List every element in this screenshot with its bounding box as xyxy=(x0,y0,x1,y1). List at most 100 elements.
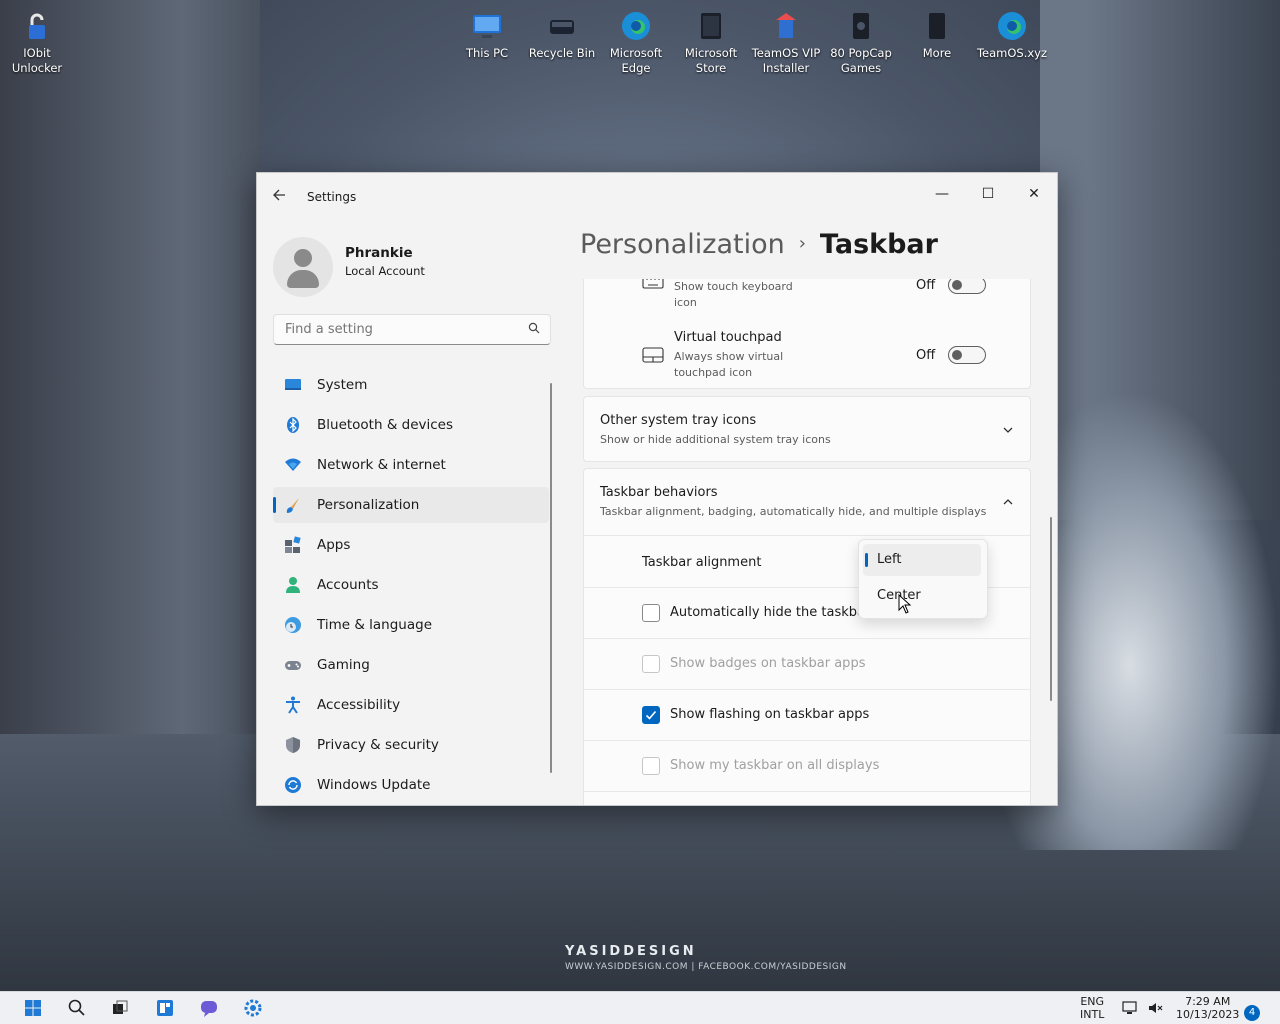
mouse-cursor-icon xyxy=(898,594,912,614)
search-box[interactable] xyxy=(273,314,551,345)
alignment-option-left[interactable]: Left xyxy=(863,544,981,576)
sidebar-scrollbar[interactable] xyxy=(550,383,552,773)
profile-account-type: Local Account xyxy=(345,264,425,278)
wallpaper-watermark-sub: WWW.YASIDDESIGN.COM | FACEBOOK.COM/YASID… xyxy=(565,962,847,972)
window-title: Settings xyxy=(307,190,357,204)
desktop-icon-label: Microsoft Edge xyxy=(609,46,663,75)
back-button[interactable] xyxy=(271,187,291,207)
search-icon[interactable] xyxy=(67,998,87,1018)
desktop-icon-recycle-bin[interactable]: Recycle Bin xyxy=(526,4,598,61)
show-badges-checkbox[interactable] xyxy=(642,655,660,673)
unlock-icon xyxy=(21,10,53,42)
desktop-icon-label: IObit Unlocker xyxy=(11,46,63,75)
task-view-icon[interactable] xyxy=(110,998,130,1018)
clock-globe-icon xyxy=(285,617,301,633)
keyboard-icon xyxy=(642,279,664,289)
search-icon xyxy=(528,322,540,334)
bluetooth-icon xyxy=(287,417,299,433)
desktop-icon-label: TeamOS.xyz xyxy=(976,46,1048,60)
sidebar-item-time-language[interactable]: Time & language xyxy=(273,607,549,643)
touchpad-icon xyxy=(642,347,664,363)
wallpaper-watermark: YASIDDESIGN xyxy=(565,944,697,959)
sidebar-item-label: Privacy & security xyxy=(317,737,439,753)
desktop-icon-this-pc[interactable]: This PC xyxy=(451,4,523,61)
desktop-icon-microsoft-store[interactable]: Microsoft Store xyxy=(675,4,747,76)
touch-keyboard-subtitle-line2: icon xyxy=(674,296,697,309)
divider xyxy=(584,689,1030,690)
sidebar-item-bluetooth[interactable]: Bluetooth & devices xyxy=(273,407,549,443)
other-tray-subtitle: Show or hide additional system tray icon… xyxy=(600,433,831,446)
chat-icon[interactable] xyxy=(199,998,219,1018)
desktop-icon-teamos-xyz[interactable]: TeamOS.xyz xyxy=(976,4,1048,61)
desktop-icon-iobit-unlocker[interactable]: IObit Unlocker xyxy=(1,4,73,76)
taskbar-behaviors-subtitle: Taskbar alignment, badging, automaticall… xyxy=(600,505,987,518)
sidebar-item-windows-update[interactable]: Windows Update xyxy=(273,767,549,803)
taskbar-behaviors-title: Taskbar behaviors xyxy=(600,485,718,500)
other-tray-title: Other system tray icons xyxy=(600,413,757,428)
avatar-head xyxy=(294,249,312,267)
desktop-icon-popcap-games[interactable]: 80 PopCap Games xyxy=(825,4,897,76)
accounts-icon xyxy=(286,577,300,593)
virtual-touchpad-state: Off xyxy=(916,348,936,363)
desktop-icon-label: TeamOS VIP Installer xyxy=(751,46,821,75)
page-title: Taskbar xyxy=(819,229,938,260)
touch-keyboard-toggle[interactable] xyxy=(948,279,986,294)
sidebar-item-apps[interactable]: Apps xyxy=(273,527,549,563)
language-indicator[interactable]: ENG INTL xyxy=(1080,995,1104,1021)
desktop-icon-more[interactable]: More xyxy=(901,4,973,61)
settings-window: Settings — ☐ ✕ Phrankie Local Account Sy… xyxy=(256,172,1058,806)
update-icon xyxy=(285,777,301,793)
virtual-touchpad-toggle[interactable] xyxy=(948,346,986,364)
divider xyxy=(584,791,1030,792)
edge-icon xyxy=(996,10,1028,42)
widgets-icon[interactable] xyxy=(155,998,175,1018)
other-tray-icons-card[interactable]: Other system tray icons Show or hide add… xyxy=(583,396,1031,462)
avatar xyxy=(273,237,333,297)
network-icon[interactable] xyxy=(1120,998,1140,1018)
taskbar-alignment-dropdown[interactable]: Left Center xyxy=(858,539,988,619)
divider xyxy=(584,638,1030,639)
windows-start-icon[interactable] xyxy=(23,998,43,1018)
breadcrumb-parent[interactable]: Personalization xyxy=(580,229,785,260)
sidebar-item-label: Windows Update xyxy=(317,777,431,793)
notification-badge[interactable]: 4 xyxy=(1244,1005,1260,1021)
virtual-touchpad-title: Virtual touchpad xyxy=(674,330,782,345)
clock-time: 7:29 AM xyxy=(1185,995,1231,1008)
settings-gear-icon[interactable] xyxy=(243,998,263,1018)
desktop-icon-label: Recycle Bin xyxy=(528,46,596,60)
clock[interactable]: 7:29 AM 10/13/2023 xyxy=(1176,995,1239,1021)
title-bar[interactable]: Settings — ☐ ✕ xyxy=(257,173,1057,221)
touch-keyboard-subtitle: Show touch keyboard icon xyxy=(674,279,793,311)
volume-mute-icon[interactable] xyxy=(1146,998,1166,1018)
chevron-up-icon xyxy=(1003,499,1013,505)
desktop-icon-teamos-vip-installer[interactable]: TeamOS VIP Installer xyxy=(750,4,822,76)
show-flashing-checkbox[interactable] xyxy=(642,706,660,724)
sidebar-item-accounts[interactable]: Accounts xyxy=(273,567,549,603)
minimize-button[interactable]: — xyxy=(919,179,965,209)
auto-hide-checkbox[interactable] xyxy=(642,604,660,622)
alignment-option-center[interactable]: Center xyxy=(863,580,981,612)
sidebar-item-system[interactable]: System xyxy=(273,367,549,403)
auto-hide-label: Automatically hide the taskbar xyxy=(670,605,871,620)
sidebar-item-accessibility[interactable]: Accessibility xyxy=(273,687,549,723)
sidebar-item-network[interactable]: Network & internet xyxy=(273,447,549,483)
maximize-button[interactable]: ☐ xyxy=(965,179,1011,209)
installer-icon xyxy=(770,10,802,42)
desktop-icon-label: More xyxy=(922,46,952,60)
taskbar-behaviors-header[interactable]: Taskbar behaviors Taskbar alignment, bad… xyxy=(584,469,1030,535)
more-icon xyxy=(921,10,953,42)
store-icon xyxy=(695,10,727,42)
all-displays-checkbox[interactable] xyxy=(642,757,660,775)
desktop-icon-microsoft-edge[interactable]: Microsoft Edge xyxy=(600,4,672,76)
divider xyxy=(584,740,1030,741)
wifi-icon xyxy=(285,458,301,471)
search-input[interactable] xyxy=(283,321,517,338)
close-button[interactable]: ✕ xyxy=(1011,179,1057,209)
sidebar-item-label: Bluetooth & devices xyxy=(317,417,454,433)
toggle-knob xyxy=(952,280,962,290)
sidebar-item-personalization[interactable]: Personalization xyxy=(273,487,549,523)
sidebar-item-privacy-security[interactable]: Privacy & security xyxy=(273,727,549,763)
sidebar-item-gaming[interactable]: Gaming xyxy=(273,647,549,683)
recycle-bin-icon xyxy=(546,10,578,42)
content-scrollbar[interactable] xyxy=(1050,517,1052,701)
